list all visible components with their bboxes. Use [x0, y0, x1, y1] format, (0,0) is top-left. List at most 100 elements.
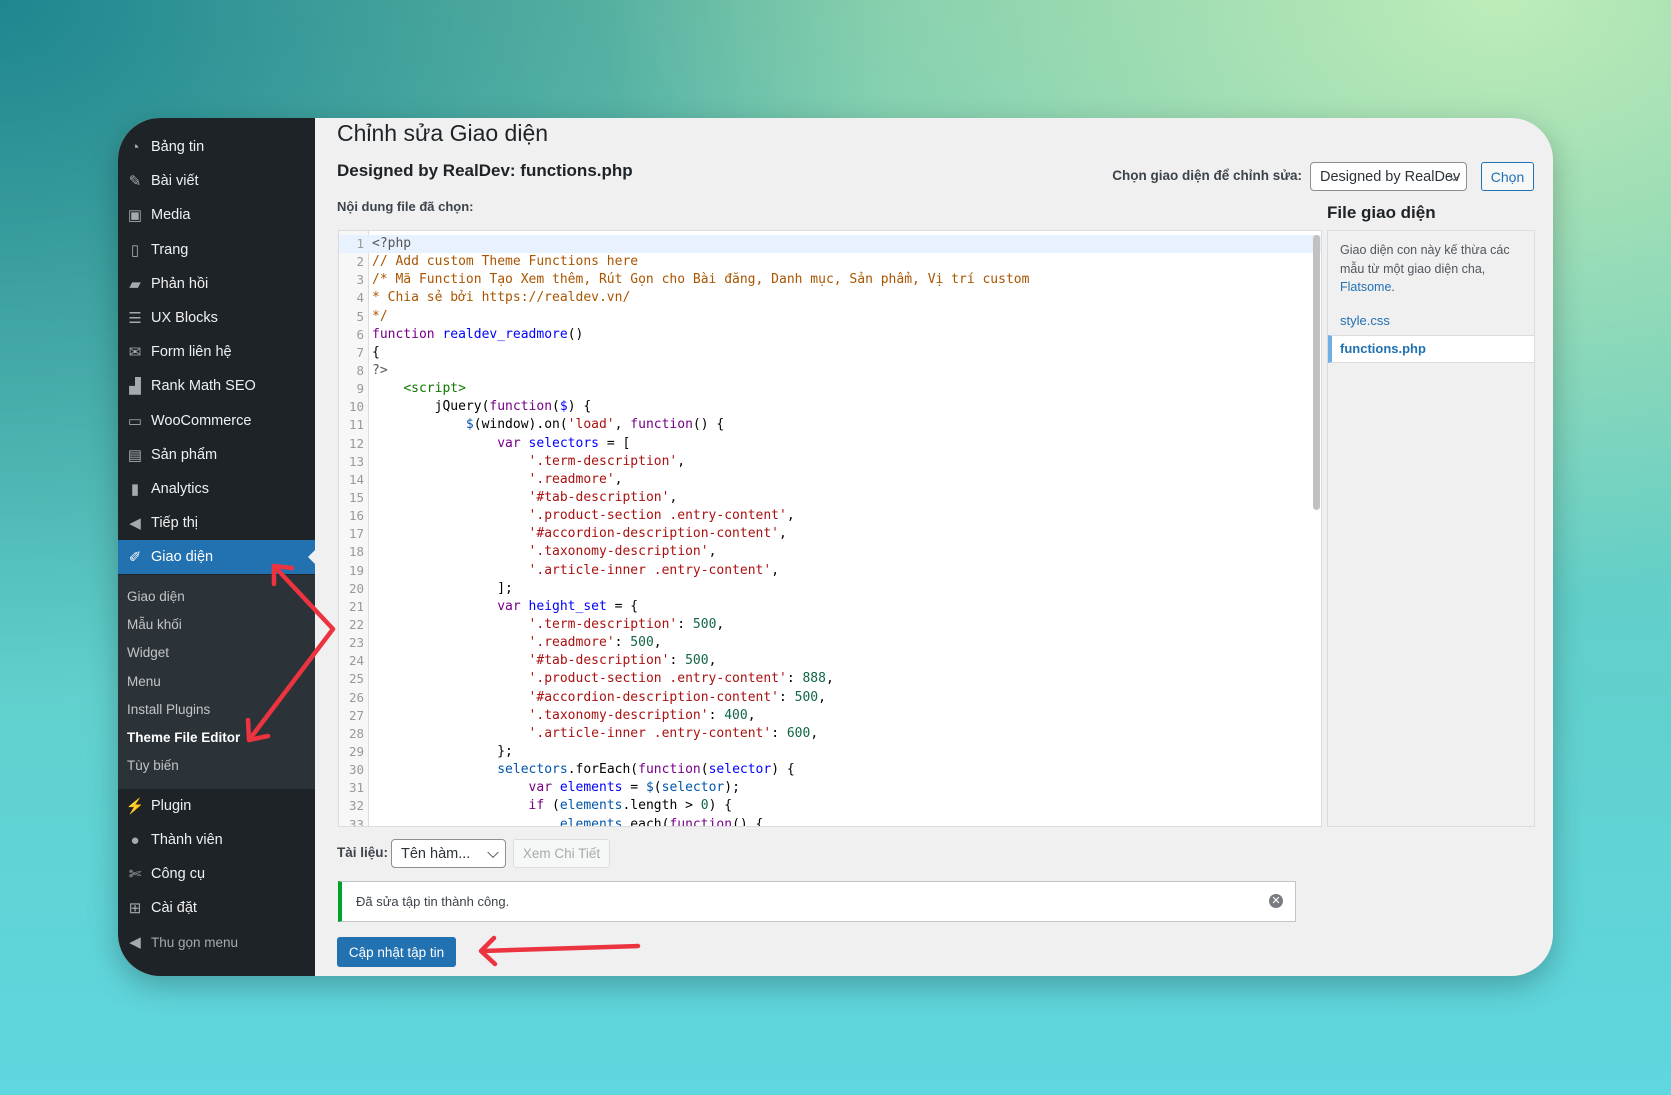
sidebar-item-giao-diện[interactable]: ✐ Giao diện	[118, 540, 315, 575]
sidebar-item-analytics[interactable]: ▮ Analytics	[118, 472, 315, 506]
sidebar-item-bảng-tin[interactable]: ◔ Bảng tin	[118, 130, 315, 164]
sidebar-item-woocommerce[interactable]: ▭ WooCommerce	[118, 404, 315, 438]
sidebar-item-thành-viên[interactable]: ● Thành viên	[118, 823, 315, 857]
code-token: ) {	[771, 762, 795, 778]
submenu-item[interactable]: Widget	[127, 641, 169, 665]
code-token: selector	[708, 762, 772, 778]
lookup-button[interactable]: Xem Chi Tiết	[513, 839, 610, 868]
code-line: 20 ];	[339, 580, 1321, 598]
line-number: 21	[348, 598, 364, 614]
code-editor[interactable]: 1 <?php 2 // Add custom Theme Functions her…	[338, 230, 1322, 827]
sidebar-item-label: Form liên hệ	[151, 344, 232, 361]
sidebar-item-label: Tiếp thị	[151, 515, 199, 532]
submenu-item[interactable]: Giao diện	[127, 585, 185, 609]
code-token: elements	[559, 798, 623, 814]
sidebar-item-media[interactable]: ▣ Media	[118, 198, 315, 232]
theme-select[interactable]: Designed by RealDev	[1310, 162, 1467, 191]
code-text: ];	[372, 580, 513, 598]
code-text: var height_set = {	[372, 598, 638, 616]
wrench-icon: ✄	[128, 866, 142, 883]
code-line: 32 if (elements.length > 0) {	[339, 797, 1321, 815]
sidebar-item-label: Bài viết	[151, 173, 199, 190]
code-token: elements	[559, 816, 623, 827]
code-token: selector	[661, 780, 725, 796]
code-text: /* Mã Function Tạo Xem thêm, Rút Gọn cho…	[372, 271, 1029, 289]
function-docs-select[interactable]: Tên hàm...	[391, 839, 506, 868]
sidebar-item-trang[interactable]: ▯ Trang	[118, 233, 315, 267]
code-token: ?>	[372, 362, 388, 378]
code-token: ,	[810, 725, 819, 741]
code-token: /* Mã Function Tạo Xem thêm, Rút Gọn cho…	[372, 272, 1030, 288]
code-token: $	[559, 399, 568, 415]
sidebar-item-sản-phẩm[interactable]: ▤ Sản phẩm	[118, 438, 315, 472]
submenu-item[interactable]: Install Plugins	[127, 698, 210, 722]
code-line: 29 };	[339, 743, 1321, 761]
sidebar-item-phản-hồi[interactable]: ▰ Phản hồi	[118, 267, 315, 301]
code-token: (	[552, 399, 560, 415]
code-text: '.taxonomy-description': 400,	[372, 707, 756, 725]
code-token: :	[677, 616, 693, 632]
code-text: '.term-description': 500,	[372, 616, 725, 634]
code-text: function realdev_readmore()	[372, 326, 583, 344]
parent-theme-link[interactable]: Flatsome	[1340, 280, 1391, 294]
code-token: ()	[567, 326, 584, 342]
line-number: 16	[348, 508, 364, 524]
sidebar-item-label: Plugin	[151, 798, 192, 814]
line-number: 1	[356, 236, 364, 251]
editor-scrollbar[interactable]	[1313, 235, 1320, 510]
line-number: 6	[356, 326, 364, 342]
code-token: = {	[606, 598, 639, 614]
submenu-item[interactable]: Menu	[127, 670, 161, 694]
sidebar-item-label: Công cụ	[151, 866, 206, 882]
sidebar-item-ux-blocks[interactable]: ☰ UX Blocks	[118, 301, 315, 335]
sidebar-item-form-liên-hệ[interactable]: ✉ Form liên hệ	[118, 335, 315, 369]
code-token: ,	[779, 526, 787, 542]
code-token: ,	[669, 489, 678, 505]
code-token: jQuery(	[372, 399, 490, 415]
code-line: 27 '.taxonomy-description': 400,	[339, 707, 1321, 725]
submenu-item[interactable]: Theme File Editor	[127, 726, 240, 750]
sidebar-item-rank-math-seo[interactable]: ▟ Rank Math SEO	[118, 369, 315, 403]
file-style-css[interactable]: style.css	[1340, 313, 1390, 328]
code-token: ,	[786, 508, 795, 524]
submenu-item[interactable]: Tùy biến	[127, 754, 179, 778]
line-number: 9	[356, 381, 364, 397]
code-line: 13 '.term-description',	[339, 453, 1321, 471]
code-token: function	[489, 399, 553, 415]
sidebar-item-bài-viết[interactable]: ✎ Bài viết	[118, 164, 315, 198]
code-token: selectors	[497, 762, 568, 778]
code-text: // Add custom Theme Functions here	[372, 253, 638, 271]
collapse-icon: ◀	[129, 934, 141, 951]
code-token: :	[708, 707, 725, 723]
docs-select-value: Tên hàm...	[401, 845, 471, 862]
code-token: ,	[614, 417, 631, 433]
sidebar-item-công-cụ[interactable]: ✄ Công cụ	[118, 857, 315, 891]
update-file-button[interactable]: Cập nhật tập tin	[337, 937, 456, 967]
code-token: 400	[724, 707, 748, 723]
file-functions-php[interactable]: functions.php	[1328, 335, 1534, 363]
sidebar-item-plugin[interactable]: ⚡ Plugin	[118, 789, 315, 823]
submenu-item[interactable]: Mẫu khối	[127, 613, 182, 637]
code-token: var	[528, 780, 553, 796]
code-text: elements.each(function() {	[372, 816, 764, 827]
collapse-menu-button[interactable]: ◀ Thu gọn menu	[118, 925, 315, 959]
dismiss-icon[interactable]: ✕	[1269, 894, 1283, 908]
select-theme-button[interactable]: Chọn	[1481, 162, 1534, 191]
sidebar-item-cài-đặt[interactable]: ⊞ Cài đặt	[118, 891, 315, 925]
content-label: Nội dung file đã chọn:	[337, 199, 474, 214]
line-number: 3	[356, 272, 364, 288]
media-icon: ▣	[127, 207, 143, 225]
code-token: .each(	[622, 816, 670, 827]
sidebar-item-tiếp-thị[interactable]: ◀ Tiếp thị	[118, 506, 315, 540]
